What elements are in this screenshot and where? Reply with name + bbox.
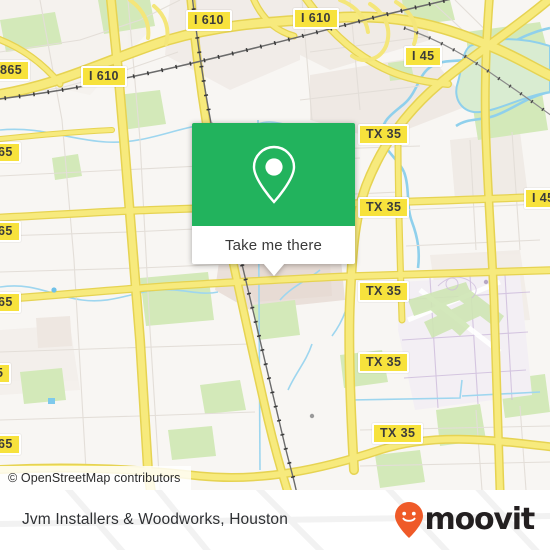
place-name-label: Jvm Installers & Woodworks, Houston	[22, 511, 288, 528]
road-shield: I 610	[186, 10, 232, 31]
take-me-there-label: Take me there	[225, 236, 322, 254]
popup-pointer	[262, 263, 285, 276]
road-shield: TX 35	[358, 281, 410, 302]
bottom-info-bar: Jvm Installers & Woodworks, Houston moov…	[0, 490, 550, 550]
map-airport-layer	[398, 274, 532, 410]
road-shield: I 45	[524, 188, 550, 209]
popup-icon-panel	[192, 123, 355, 226]
map-pin-icon	[252, 145, 295, 204]
road-shield: 65	[0, 142, 21, 163]
road-shield: I 45	[404, 46, 443, 67]
road-shield: TX 35	[372, 423, 424, 444]
osm-attribution-text: © OpenStreetMap contributors	[8, 471, 181, 485]
road-shield: TX 35	[358, 124, 410, 145]
road-shield: I 610	[293, 8, 339, 29]
popup-action-panel[interactable]: Take me there	[192, 226, 355, 264]
location-popup-card[interactable]: Take me there	[192, 123, 355, 276]
osm-attribution[interactable]: © OpenStreetMap contributors	[0, 466, 191, 490]
road-shield: TX 35	[358, 352, 410, 373]
moovit-wordmark: moovit	[424, 502, 536, 537]
road-shield: I 610	[81, 66, 127, 87]
road-shield: TX 35	[358, 197, 410, 218]
moovit-map-screenshot: I 610 I 610 I 45 I 610 865 TX 35 65 I 45 TX 35 65…	[0, 0, 550, 550]
road-shield: 65	[0, 292, 21, 313]
road-shield: 5	[0, 363, 12, 384]
moovit-smiley-pin-icon	[394, 502, 423, 538]
road-shield: 865	[0, 60, 31, 81]
moovit-logo[interactable]: moovit	[394, 501, 536, 539]
road-shield: 65	[0, 221, 21, 242]
road-shield: 65	[0, 434, 21, 455]
